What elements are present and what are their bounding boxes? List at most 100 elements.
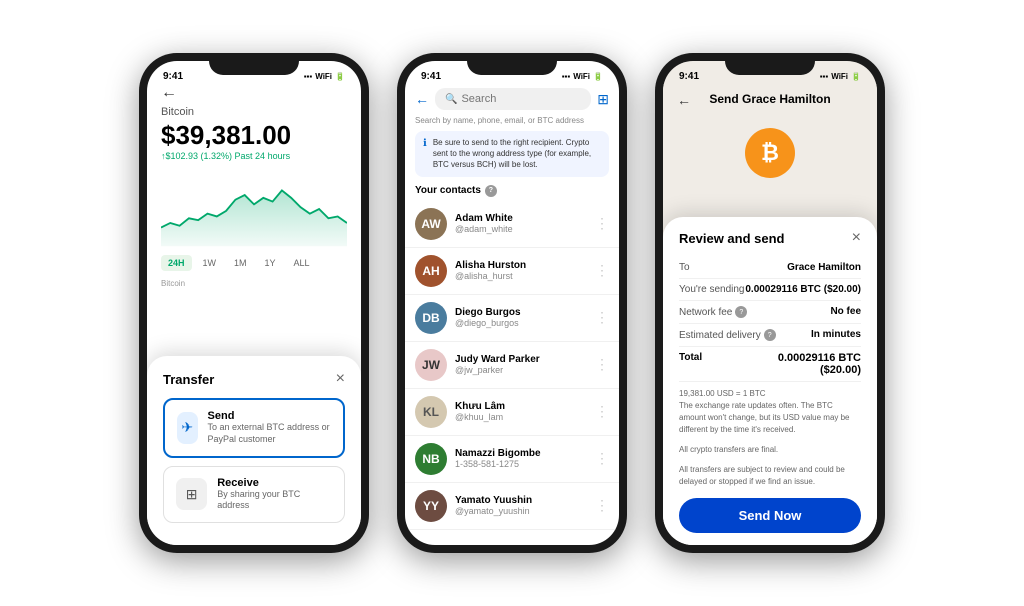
contact-handle-nb: 1-358-581-1275 <box>455 459 587 469</box>
contact-more-judy[interactable]: ⋮ <box>595 356 609 373</box>
search-hint: Search by name, phone, email, or BTC add… <box>405 116 619 131</box>
back-btn-2[interactable]: ← <box>415 91 429 107</box>
contact-handle-khuu: @khuu_lam <box>455 412 587 422</box>
delivery-info-icon[interactable]: ? <box>764 329 776 341</box>
avatar-alisha: AH <box>415 255 447 287</box>
contact-yamato[interactable]: YY Yamato Yuushin @yamato_yuushin ⋮ <box>405 483 619 530</box>
status-icons-3: ▪▪▪ WiFi 🔋 <box>820 72 861 81</box>
transfer-modal: Transfer × ✈ Send To an external BTC add… <box>147 356 361 545</box>
search-input[interactable] <box>461 93 581 105</box>
wifi-icon: WiFi <box>315 72 332 81</box>
contact-more-khuu[interactable]: ⋮ <box>595 403 609 420</box>
contact-info-nb: Namazzi Bigombe 1-358-581-1275 <box>455 448 587 469</box>
review-note-2: All crypto transfers are final. <box>679 438 861 458</box>
warning-box: ℹ Be sure to send to the right recipient… <box>415 131 609 177</box>
contacts-info-icon[interactable]: ? <box>485 185 497 197</box>
row-sending: You're sending 0.00029116 BTC ($20.00) <box>679 279 861 301</box>
screenshot-container: 9:41 ▪▪▪ WiFi 🔋 ← Bitcoin $39,381.00 ↑$1… <box>0 0 1024 606</box>
warning-text: Be sure to send to the right recipient. … <box>433 137 601 171</box>
back-arrow-1[interactable]: ← <box>161 84 347 102</box>
qr-icon[interactable]: ⊞ <box>597 91 609 108</box>
contacts-label: Your contacts ? <box>405 185 619 201</box>
contact-info-judy: Judy Ward Parker @jw_parker <box>455 354 587 375</box>
phone3-title: Send Grace Hamilton <box>695 88 844 112</box>
send-title: Send <box>208 410 331 422</box>
tab-1y[interactable]: 1Y <box>258 255 283 271</box>
avatar-diego: DB <box>415 302 447 334</box>
tab-24h[interactable]: 24H <box>161 255 192 271</box>
receive-icon: ⊞ <box>176 478 207 510</box>
review-close-btn[interactable]: × <box>852 229 861 247</box>
contact-more-alisha[interactable]: ⋮ <box>595 262 609 279</box>
contact-diego[interactable]: DB Diego Burgos @diego_burgos ⋮ <box>405 295 619 342</box>
search-box[interactable]: 🔍 <box>435 88 591 110</box>
btc-symbol: ₿ <box>761 140 779 166</box>
contact-name-judy: Judy Ward Parker <box>455 354 587 365</box>
battery-icon: 🔋 <box>335 72 345 81</box>
contact-name-nb: Namazzi Bigombe <box>455 448 587 459</box>
review-note-1: 19,381.00 USD = 1 BTC The exchange rate … <box>679 382 861 438</box>
contact-more-yamato[interactable]: ⋮ <box>595 497 609 514</box>
time-2: 9:41 <box>421 71 441 82</box>
contact-more-nb[interactable]: ⋮ <box>595 450 609 467</box>
receive-title: Receive <box>217 477 332 489</box>
search-icon: 🔍 <box>445 94 457 105</box>
receive-option-text: Receive By sharing your BTC address <box>217 477 332 512</box>
bitcoin-price: $39,381.00 <box>161 120 347 151</box>
contact-alisha[interactable]: AH Alisha Hurston @alisha_hurst ⋮ <box>405 248 619 295</box>
value-delivery: In minutes <box>811 329 861 340</box>
time-1: 9:41 <box>163 71 183 82</box>
review-note-3: All transfers are subject to review and … <box>679 458 861 490</box>
modal-close-btn[interactable]: × <box>336 370 345 388</box>
tab-1w[interactable]: 1W <box>196 255 224 271</box>
signal-icon-3: ▪▪▪ <box>820 72 829 81</box>
btc-circle: ₿ <box>745 128 795 178</box>
contact-name-adam: Adam White <box>455 213 587 224</box>
contact-name-diego: Diego Burgos <box>455 307 587 318</box>
phone-notch-1 <box>209 53 299 75</box>
status-icons-1: ▪▪▪ WiFi 🔋 <box>304 72 345 81</box>
avatar-adam: AW <box>415 208 447 240</box>
send-option-text: Send To an external BTC address or PayPa… <box>208 410 331 445</box>
contact-nb[interactable]: NB Namazzi Bigombe 1-358-581-1275 ⋮ <box>405 436 619 483</box>
modal-header: Transfer × <box>163 370 345 388</box>
send-now-button[interactable]: Send Now <box>679 498 861 533</box>
phone3-header: ← Send Grace Hamilton <box>663 84 877 118</box>
send-subtitle: To an external BTC address or PayPal cus… <box>208 422 331 445</box>
send-option[interactable]: ✈ Send To an external BTC address or Pay… <box>163 398 345 457</box>
phone3-body: ← Send Grace Hamilton ₿ Review and send … <box>663 84 877 545</box>
receive-subtitle: By sharing your BTC address <box>217 489 332 512</box>
contact-adam[interactable]: AW Adam White @adam_white ⋮ <box>405 201 619 248</box>
bitcoin-change: ↑$102.93 (1.32%) Past 24 hours <box>161 151 347 161</box>
contact-more-adam[interactable]: ⋮ <box>595 215 609 232</box>
bitcoin-chart <box>161 169 347 249</box>
tab-1m[interactable]: 1M <box>227 255 254 271</box>
contact-info-alisha: Alisha Hurston @alisha_hurst <box>455 260 587 281</box>
signal-icon-2: ▪▪▪ <box>562 72 571 81</box>
back-btn-3[interactable]: ← <box>677 92 691 108</box>
wifi-icon-2: WiFi <box>573 72 590 81</box>
warning-icon: ℹ <box>423 138 427 149</box>
contact-info-yamato: Yamato Yuushin @yamato_yuushin <box>455 495 587 516</box>
contact-judy[interactable]: JW Judy Ward Parker @jw_parker ⋮ <box>405 342 619 389</box>
phone-1: 9:41 ▪▪▪ WiFi 🔋 ← Bitcoin $39,381.00 ↑$1… <box>139 53 369 553</box>
wifi-icon-3: WiFi <box>831 72 848 81</box>
row-to: To Grace Hamilton <box>679 257 861 279</box>
avatar-khuu: KL <box>415 396 447 428</box>
contact-handle-diego: @diego_burgos <box>455 318 587 328</box>
time-tabs: 24H 1W 1M 1Y ALL <box>161 255 347 271</box>
contact-more-diego[interactable]: ⋮ <box>595 309 609 326</box>
label-sending: You're sending <box>679 284 744 295</box>
network-fee-info-icon[interactable]: ? <box>735 306 747 318</box>
review-modal-header: Review and send × <box>679 229 861 247</box>
contact-khuu[interactable]: KL Khưu Lâm @khuu_lam ⋮ <box>405 389 619 436</box>
bitcoin-label: Bitcoin <box>161 106 347 118</box>
btc-avatar-area: ₿ <box>663 118 877 184</box>
signal-icon: ▪▪▪ <box>304 72 313 81</box>
tab-all[interactable]: ALL <box>287 255 317 271</box>
receive-option[interactable]: ⊞ Receive By sharing your BTC address <box>163 466 345 523</box>
phone2-content: ← 🔍 ⊞ Search by name, phone, email, or B… <box>405 84 619 545</box>
label-to: To <box>679 262 690 273</box>
avatar-nb: NB <box>415 443 447 475</box>
value-network-fee: No fee <box>830 306 861 317</box>
